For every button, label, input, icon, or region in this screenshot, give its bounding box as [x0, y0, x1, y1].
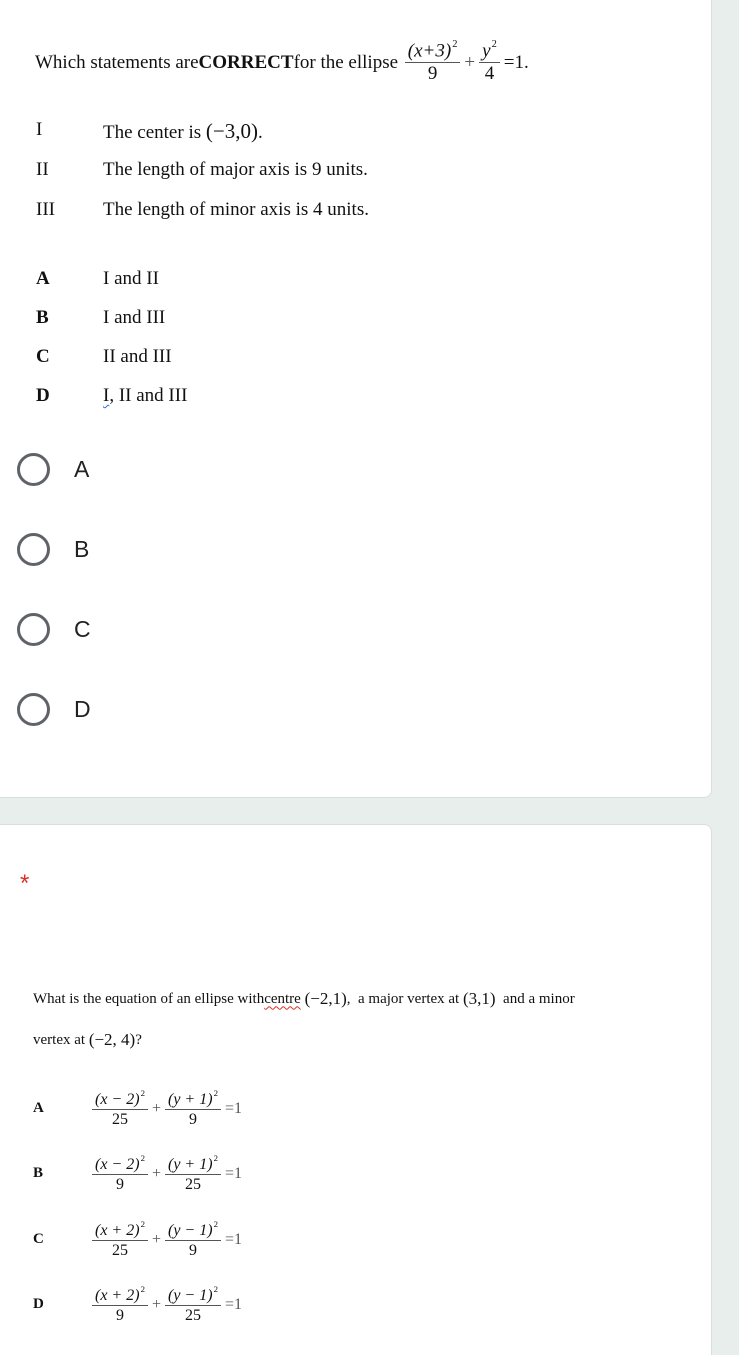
question-1-prompt: Which statements are CORRECT for the ell…	[35, 39, 531, 86]
fraction-term2: y2 4	[479, 39, 500, 86]
radio-choice-a[interactable]: A	[17, 453, 89, 486]
equation-d: (x + 2)2 9 + (y − 1)2 25 =1	[90, 1284, 244, 1325]
statement-iii: III The length of minor axis is 4 units.	[36, 199, 369, 220]
radio-button[interactable]	[17, 533, 50, 566]
option-b-text: B I and III	[36, 307, 166, 328]
option-a-text: A I and II	[36, 268, 159, 289]
equation-a: (x − 2)2 25 + (y + 1)2 9 =1	[90, 1088, 244, 1129]
question-2-prompt-line1: What is the equation of an ellipse with …	[33, 989, 575, 1008]
question-2-prompt-line2: vertex at (−2, 4) ?	[33, 1030, 142, 1049]
option-c-text: C II and III	[36, 346, 172, 367]
radio-button[interactable]	[17, 453, 50, 486]
ellipse-equation: (x+3)2 9 + y2 4 =1.	[403, 39, 531, 86]
option-d-text: D I, II and III	[36, 385, 188, 406]
prompt-bold: CORRECT	[198, 51, 294, 73]
prompt-text: for the ellipse	[293, 51, 399, 73]
equation-c: (x + 2)2 25 + (y − 1)2 9 =1	[90, 1219, 244, 1260]
radio-choice-c[interactable]: C	[17, 613, 91, 646]
radio-choice-b[interactable]: B	[17, 533, 89, 566]
radio-button[interactable]	[17, 693, 50, 726]
prompt-text: Which statements are	[35, 51, 199, 73]
q2-option-a: A (x − 2)2 25 + (y + 1)2 9 =1	[33, 1088, 244, 1129]
required-asterisk: *	[20, 870, 30, 897]
q2-option-d: D (x + 2)2 9 + (y − 1)2 25 =1	[33, 1284, 244, 1325]
fraction-term1: (x+3)2 9	[404, 39, 461, 86]
radio-button[interactable]	[17, 613, 50, 646]
q2-option-c: C (x + 2)2 25 + (y − 1)2 9 =1	[33, 1219, 244, 1260]
statement-i: I The center is (−3,0).	[36, 119, 263, 143]
equation-b: (x − 2)2 9 + (y + 1)2 25 =1	[90, 1153, 244, 1194]
q2-option-b: B (x − 2)2 9 + (y + 1)2 25 =1	[33, 1153, 244, 1194]
radio-choice-d[interactable]: D	[17, 693, 91, 726]
statement-ii: II The length of major axis is 9 units.	[36, 159, 368, 180]
